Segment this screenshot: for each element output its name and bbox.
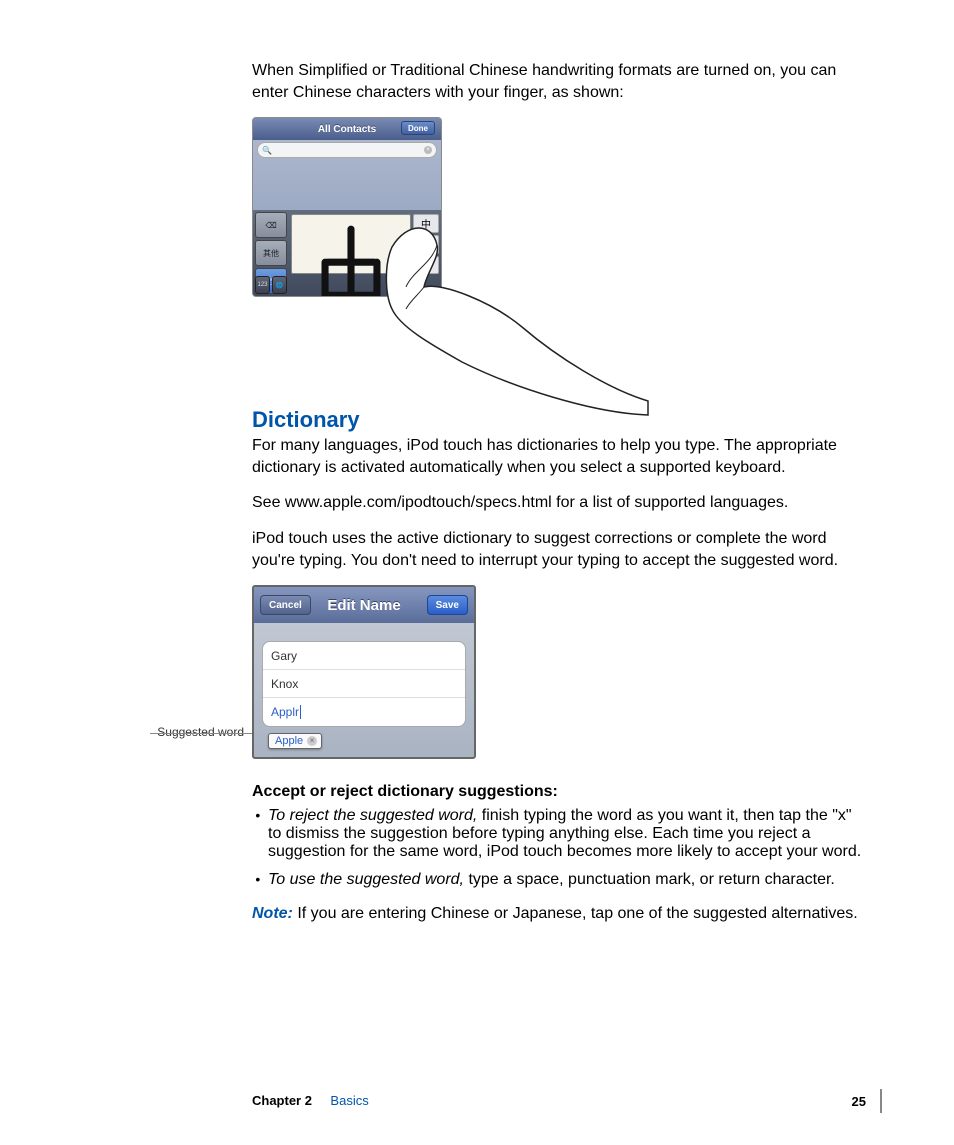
candidate-list: 中 央 虫: [413, 214, 439, 274]
other-key[interactable]: 其他: [255, 240, 287, 266]
nav-title: Edit Name: [327, 597, 400, 614]
save-button[interactable]: Save: [427, 595, 468, 615]
dictionary-p1: For many languages, iPod touch has dicti…: [252, 435, 862, 478]
123-key[interactable]: 123: [255, 276, 270, 294]
chapter-label: Chapter 2: [252, 1093, 312, 1108]
callout-line: [150, 733, 260, 734]
page-footer: Chapter 2 Basics 25: [252, 1089, 882, 1113]
callout-suggested-word: Suggested word: [134, 725, 244, 739]
page-number: 25: [852, 1094, 866, 1109]
typed-text: Applr: [271, 705, 299, 719]
first-name-field[interactable]: Gary: [263, 642, 465, 670]
subheading-accept-reject: Accept or reject dictionary suggestions:: [252, 783, 862, 801]
bullet-rest: type a space, punctuation mark, or retur…: [468, 871, 834, 888]
note-label: Note:: [252, 905, 297, 922]
bullet-list: To reject the suggested word, finish typ…: [252, 807, 862, 889]
ipod-screenshot-editname: Cancel Edit Name Save Gary Knox Applr Ap…: [252, 585, 476, 759]
nav-title: All Contacts: [318, 124, 376, 135]
dictionary-p3: iPod touch uses the active dictionary to…: [252, 528, 862, 571]
dismiss-suggestion-icon[interactable]: ×: [307, 736, 317, 746]
handwriting-pad[interactable]: [291, 214, 411, 274]
chapter-title: Basics: [330, 1093, 368, 1108]
cancel-button[interactable]: Cancel: [260, 595, 311, 615]
section-heading-dictionary: Dictionary: [252, 407, 862, 433]
intro-paragraph: When Simplified or Traditional Chinese h…: [252, 60, 862, 103]
suggestion-word: Apple: [275, 735, 303, 747]
last-name-field[interactable]: Knox: [263, 670, 465, 698]
dictionary-p2: See www.apple.com/ipodtouch/specs.html f…: [252, 492, 862, 514]
suggestion-bubble[interactable]: Apple ×: [268, 733, 322, 749]
search-icon: 🔍: [262, 146, 272, 155]
bullet-lead: To reject the suggested word,: [268, 807, 482, 824]
search-field[interactable]: 🔍 ×: [257, 142, 437, 158]
globe-key[interactable]: 🌐: [272, 276, 287, 294]
handwriting-stroke: [292, 215, 410, 297]
document-page: When Simplified or Traditional Chinese h…: [0, 0, 954, 1145]
delete-key[interactable]: ⌫: [255, 212, 287, 238]
candidate-3[interactable]: 虫: [413, 256, 439, 275]
clear-icon[interactable]: ×: [424, 146, 432, 154]
handwriting-keyboard: ⌫ 其他 搜索 中 央 虫 123: [253, 210, 441, 296]
note-text: If you are entering Chinese or Japanese,…: [297, 905, 857, 922]
candidate-2[interactable]: 央: [413, 235, 439, 254]
bullet-reject: To reject the suggested word, finish typ…: [268, 807, 862, 861]
done-button[interactable]: Done: [401, 121, 435, 135]
figure-edit-name: Suggested word Cancel Edit Name Save Gar…: [252, 585, 862, 759]
navbar: All Contacts Done: [253, 118, 441, 140]
candidate-1[interactable]: 中: [413, 214, 439, 233]
note-paragraph: Note: If you are entering Chinese or Jap…: [252, 903, 862, 925]
bullet-lead: To use the suggested word,: [268, 871, 468, 888]
text-caret: [300, 705, 301, 719]
company-field[interactable]: Applr: [263, 698, 465, 726]
figure-handwriting: All Contacts Done 🔍 × ⌫ 其他 搜索: [252, 117, 652, 377]
bullet-use: To use the suggested word, type a space,…: [268, 871, 862, 889]
ipod-screenshot-contacts: All Contacts Done 🔍 × ⌫ 其他 搜索: [252, 117, 442, 297]
navbar: Cancel Edit Name Save: [254, 587, 474, 623]
